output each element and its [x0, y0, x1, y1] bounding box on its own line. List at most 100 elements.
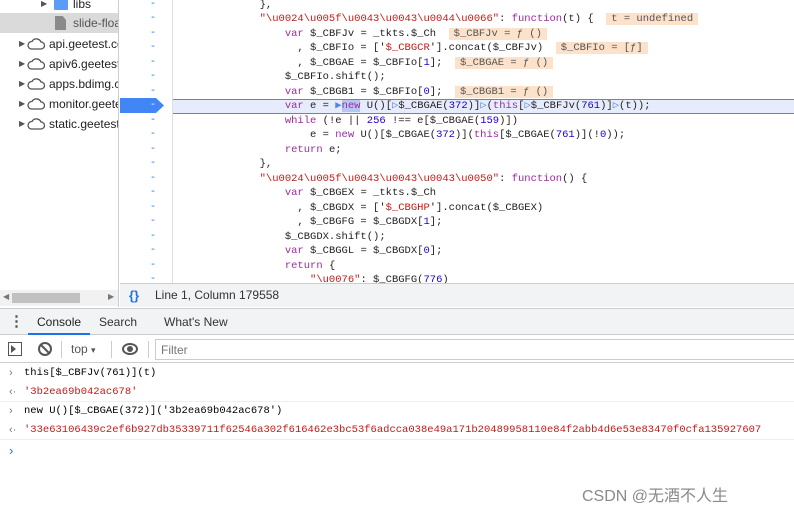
- code-line[interactable]: var $_CBGB1 = $_CBFIo[0]; $_CBGB1 = ƒ (): [173, 85, 794, 100]
- scrollbar-thumb[interactable]: [12, 293, 80, 303]
- code-text: $_CBGEX = _tkts.$_Ch: [303, 187, 437, 199]
- gutter-mark: -: [150, 27, 157, 39]
- code-line[interactable]: "\u0024\u005f\u0043\u0043\u0044\u0066": …: [173, 12, 794, 27]
- code-line[interactable]: return e;: [173, 143, 794, 158]
- cursor-position: Line 1, Column 179558: [155, 288, 280, 302]
- code-text: },: [184, 158, 273, 170]
- code-line[interactable]: var $_CBGEX = _tkts.$_Ch: [173, 186, 794, 201]
- code-line[interactable]: return {: [173, 259, 794, 274]
- gutter-mark: -: [150, 56, 157, 68]
- tree-item-libs[interactable]: ▶ libs: [0, 0, 118, 14]
- input-chevron-icon: ›: [9, 367, 13, 379]
- console-filter-input[interactable]: [155, 339, 794, 360]
- code-text: $_CBFIo.shift();: [184, 71, 386, 83]
- gutter-line[interactable]: -: [120, 41, 173, 56]
- code-line[interactable]: , $_CBFIo = ['$_CBGCR'].concat($_CBFJv) …: [173, 41, 794, 56]
- console-prompt[interactable]: ›: [0, 441, 794, 460]
- gutter-line[interactable]: -: [120, 128, 173, 143]
- tab-search[interactable]: Search: [99, 309, 137, 335]
- folder-icon: [54, 0, 68, 10]
- pretty-print-icon[interactable]: {}: [129, 284, 139, 307]
- message-text: new U()[$_CBGAE(372)]('3b2ea69b042ac678'…: [24, 405, 283, 417]
- console-input-message[interactable]: › new U()[$_CBGAE(372)]('3b2ea69b042ac678…: [0, 402, 794, 421]
- code-editor[interactable]: }, "\u0024\u005f\u0043\u0043\u0044\u0066…: [173, 0, 794, 283]
- expand-arrow-icon[interactable]: ▶: [19, 34, 25, 54]
- gutter-line[interactable]: -: [120, 244, 173, 259]
- gutter-mark: -: [150, 114, 157, 126]
- tab-console[interactable]: Console: [28, 309, 91, 335]
- code-line[interactable]: $_CBGDX.shift();: [173, 230, 794, 245]
- code-line[interactable]: "\u0076": $_CBGFG(776): [173, 273, 794, 283]
- sidebar-horizontal-scrollbar[interactable]: ◀ ▶: [0, 290, 118, 306]
- code-line[interactable]: },: [173, 0, 794, 12]
- line-gutter[interactable]: - -------------------: [120, 0, 173, 285]
- gutter-line[interactable]: -: [120, 157, 173, 172]
- drawer-tab-bar: ⋮ Console Search What's New: [0, 308, 794, 335]
- string-literal: "\u0076": [310, 274, 361, 283]
- code-line[interactable]: while (!e || 256 !== e[$_CBGAE(159)]): [173, 114, 794, 129]
- result-chevron-icon: ‹·: [9, 386, 17, 398]
- gutter-line[interactable]: -: [120, 70, 173, 85]
- code-text: e =: [303, 100, 336, 112]
- execution-pointer-marker[interactable]: -: [120, 98, 164, 113]
- clear-console-icon[interactable]: [38, 342, 52, 356]
- code-line[interactable]: , $_CBGDX = ['$_CBGHP'].concat($_CBGEX): [173, 201, 794, 216]
- tree-item-domain[interactable]: ▶ static.geetest.com: [0, 114, 118, 134]
- code-line[interactable]: , $_CBGAE = $_CBFIo[1]; $_CBGAE = ƒ (): [173, 56, 794, 71]
- expand-arrow-icon[interactable]: ▶: [41, 0, 47, 14]
- tree-item-domain[interactable]: ▶ apps.bdimg.com: [0, 74, 118, 94]
- gutter-line[interactable]: -: [120, 56, 173, 71]
- code-text: )]: [467, 100, 481, 112]
- drawer-menu-icon[interactable]: ⋮: [9, 309, 24, 335]
- tree-item-domain[interactable]: ▶ apiv6.geetest.com: [0, 54, 118, 74]
- expand-arrow-icon[interactable]: ▶: [19, 74, 25, 94]
- console-result-message[interactable]: ‹· '3b2ea69b042ac678': [0, 383, 794, 402]
- tab-whats-new[interactable]: What's New: [164, 309, 228, 335]
- gutter-line[interactable]: -: [120, 85, 173, 100]
- show-sidebar-icon[interactable]: [8, 342, 22, 356]
- code-line[interactable]: e = new U()[$_CBGAE(372)](this[$_CBGAE(7…: [173, 128, 794, 143]
- watermark: CSDN @无酒不人生: [582, 488, 729, 505]
- code-line[interactable]: var $_CBFJv = _tkts.$_Ch $_CBFJv = ƒ (): [173, 27, 794, 42]
- tree-item-domain[interactable]: ▶ api.geetest.com: [0, 34, 118, 54]
- expand-arrow-icon[interactable]: ▶: [19, 114, 25, 134]
- scroll-right-icon[interactable]: ▶: [108, 292, 114, 301]
- result-chevron-icon: ‹·: [9, 424, 17, 436]
- expand-arrow-icon[interactable]: ▶: [19, 94, 25, 114]
- dropdown-arrow-icon: ▾: [91, 345, 96, 355]
- gutter-line[interactable]: -: [120, 114, 173, 129]
- inline-breakpoint-icon[interactable]: ▶: [335, 100, 341, 112]
- gutter-line[interactable]: -: [120, 186, 173, 201]
- keyword: function: [511, 13, 563, 25]
- gutter-line[interactable]: -: [120, 259, 173, 274]
- prompt-chevron-icon: ›: [9, 443, 14, 458]
- code-line[interactable]: , $_CBGFG = $_CBGDX[1];: [173, 215, 794, 230]
- code-line[interactable]: var $_CBGGL = $_CBGDX[0];: [173, 244, 794, 259]
- console-input-message[interactable]: › this[$_CBFJv(761)](t): [0, 364, 794, 383]
- code-line[interactable]: $_CBFIo.shift();: [173, 70, 794, 85]
- expand-arrow-icon[interactable]: ▶: [19, 54, 25, 74]
- keyword: this: [492, 100, 519, 112]
- tree-item-domain[interactable]: ▶ monitor.geetest.com: [0, 94, 118, 114]
- tree-item-label: apps.bdimg.com: [49, 77, 118, 91]
- tree-item-slide-float[interactable]: slide-float.js: [0, 13, 118, 33]
- gutter-line[interactable]: -: [120, 172, 173, 187]
- current-execution-line[interactable]: var e = ▶new U()[▷$_CBGAE(372)]▷(this[▷$…: [173, 99, 794, 114]
- code-text: , $_CBGAE = $_CBFIo[: [184, 56, 424, 69]
- gutter-line[interactable]: -: [120, 201, 173, 216]
- context-selector[interactable]: top ▾: [71, 342, 96, 356]
- code-text: ];: [429, 245, 443, 257]
- gutter-line[interactable]: -: [120, 215, 173, 230]
- live-expression-eye-icon[interactable]: [122, 343, 138, 355]
- code-line[interactable]: "\u0024\u005f\u0043\u0043\u0043\u0050": …: [173, 172, 794, 187]
- console-result-message[interactable]: ‹· '33e63106439c2ef6b927db35339711f62546a…: [0, 421, 794, 440]
- code-line[interactable]: },: [173, 157, 794, 172]
- gutter-line[interactable]: -: [120, 0, 173, 12]
- gutter-line[interactable]: -: [120, 143, 173, 158]
- gutter-line[interactable]: -: [120, 27, 173, 42]
- scroll-left-icon[interactable]: ◀: [3, 292, 9, 301]
- gutter-line[interactable]: -: [120, 12, 173, 27]
- gutter-line[interactable]: -: [120, 230, 173, 245]
